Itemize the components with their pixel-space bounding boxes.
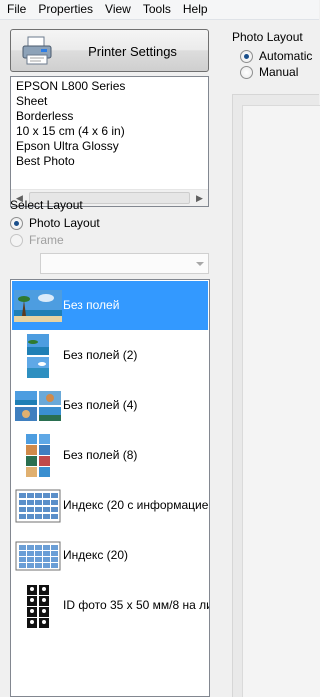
radio-manual[interactable] xyxy=(240,65,253,79)
layout-item-index[interactable]: Индекс (20) xyxy=(12,531,208,580)
layout-item-borderless-4[interactable]: Без полей (4) xyxy=(12,381,208,430)
radio-automatic[interactable] xyxy=(240,49,253,63)
frame-dropdown xyxy=(40,253,209,274)
frame-radio-label: Frame xyxy=(29,233,64,247)
menu-properties[interactable]: Properties xyxy=(32,0,99,19)
print-settings-summary: EPSON L800 Series Sheet Borderless 10 x … xyxy=(10,76,209,207)
layout-item-label: ID фото 35 x 50 мм/8 на ли xyxy=(63,598,210,612)
left-panel: Printer Settings EPSON L800 Series Sheet… xyxy=(0,20,219,697)
menu-view[interactable]: View xyxy=(99,0,137,19)
quality-text: Best Photo xyxy=(16,154,75,168)
manual-radio[interactable]: Manual xyxy=(240,65,298,79)
borderless-4-icon xyxy=(15,391,61,421)
printer-settings-button[interactable]: Printer Settings xyxy=(10,29,209,72)
printer-icon xyxy=(22,36,52,65)
menu-file[interactable]: File xyxy=(0,0,32,19)
printer-settings-label: Printer Settings xyxy=(88,44,177,59)
layout-item-label: Без полей xyxy=(63,298,120,312)
layout-item-index-info[interactable]: Индекс (20 с информацие xyxy=(12,481,208,530)
paper-size-text: 10 x 15 cm (4 x 6 in) xyxy=(16,124,125,138)
chevron-down-icon xyxy=(196,262,204,266)
automatic-radio[interactable]: Automatic xyxy=(240,49,312,63)
layout-item-label: Без полей (2) xyxy=(63,348,138,362)
layout-list[interactable]: Без полей Без полей (2) Без полей (4) Бе… xyxy=(10,279,210,697)
borderless-8-icon xyxy=(26,434,50,477)
layout-preview-area xyxy=(232,94,320,697)
layout-item-borderless[interactable]: Без полей xyxy=(12,281,208,330)
layout-item-id-photo[interactable]: ID фото 35 x 50 мм/8 на ли xyxy=(12,581,210,630)
select-layout-label: Select Layout xyxy=(10,198,83,212)
index-info-icon xyxy=(15,489,61,523)
photo-layout-radio[interactable]: Photo Layout xyxy=(10,216,100,230)
menu-tools[interactable]: Tools xyxy=(137,0,177,19)
scroll-right-icon[interactable]: ▶ xyxy=(191,190,208,206)
radio-frame xyxy=(10,233,23,247)
layout-item-label: Индекс (20 с информацие xyxy=(63,498,209,512)
borderless-photo-icon xyxy=(14,290,62,322)
layout-item-label: Без полей (4) xyxy=(63,398,138,412)
menu-bar: File Properties View Tools Help xyxy=(0,0,319,20)
id-photo-icon xyxy=(26,584,50,628)
printer-model-text: EPSON L800 Series xyxy=(16,79,126,93)
media-type-text: Epson Ultra Glossy xyxy=(16,139,119,153)
automatic-radio-label: Automatic xyxy=(259,49,313,63)
borderless-2-icon xyxy=(27,334,49,378)
index-icon xyxy=(15,541,61,571)
photo-layout-radio-label: Photo Layout xyxy=(29,216,100,230)
layout-item-borderless-2[interactable]: Без полей (2) xyxy=(12,331,208,380)
border-mode-text: Borderless xyxy=(16,109,74,123)
layout-item-label: Индекс (20) xyxy=(63,548,128,562)
frame-radio: Frame xyxy=(10,233,64,247)
layout-preview-page xyxy=(242,105,320,697)
paper-source-text: Sheet xyxy=(16,94,48,108)
manual-radio-label: Manual xyxy=(259,65,299,79)
menu-help[interactable]: Help xyxy=(177,0,214,19)
photo-layout-title: Photo Layout xyxy=(232,30,303,44)
radio-photo-layout[interactable] xyxy=(10,216,23,230)
right-panel: Photo Layout Automatic Manual xyxy=(219,20,320,697)
layout-item-label: Без полей (8) xyxy=(63,448,138,462)
layout-item-borderless-8[interactable]: Без полей (8) xyxy=(12,431,208,480)
